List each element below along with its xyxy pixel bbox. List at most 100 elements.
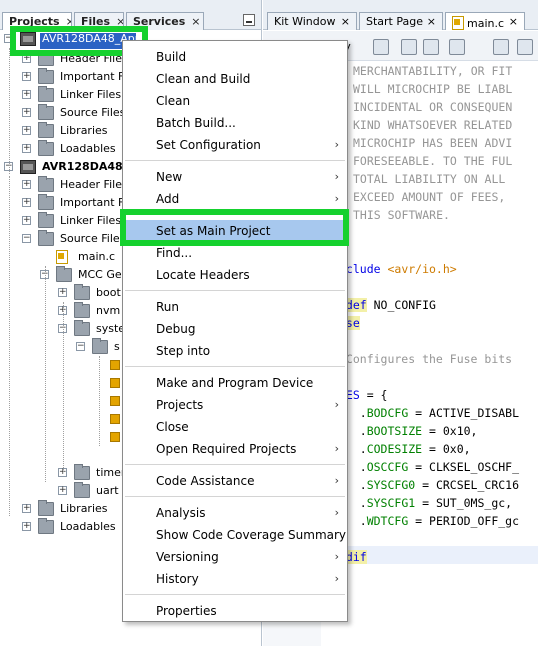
code-line: KIND WHATSOEVER RELATED bbox=[353, 116, 512, 134]
minimize-icon[interactable] bbox=[243, 14, 255, 26]
toolbar-source-icon[interactable] bbox=[373, 39, 389, 55]
menu-item-label: Clean bbox=[156, 94, 191, 108]
expand-icon[interactable]: + bbox=[22, 144, 31, 153]
folder-icon bbox=[56, 266, 72, 282]
tree-item-label: AVR128DA48_ bbox=[42, 160, 129, 173]
folder-icon bbox=[38, 230, 54, 246]
toolbar-find-icon[interactable] bbox=[493, 39, 509, 55]
expand-icon[interactable]: + bbox=[22, 108, 31, 117]
folder-icon bbox=[38, 104, 54, 120]
tree-item-label: uart bbox=[96, 484, 119, 497]
menu-item-open-required-projects[interactable]: Open Required Projects › bbox=[123, 438, 347, 460]
close-icon[interactable]: × bbox=[341, 13, 350, 31]
menu-item-clean[interactable]: Clean bbox=[123, 90, 347, 112]
tree-item[interactable]: + Libraries bbox=[22, 122, 108, 140]
expand-icon[interactable]: + bbox=[22, 180, 31, 189]
toolbar-nav-icon[interactable] bbox=[449, 39, 465, 55]
menu-item-clean-and-build[interactable]: Clean and Build bbox=[123, 68, 347, 90]
collapse-icon[interactable]: − bbox=[76, 342, 85, 351]
menu-item-label: Open Required Projects bbox=[156, 442, 297, 456]
tree-item[interactable]: + boot bbox=[58, 284, 121, 302]
menu-item-history[interactable]: History › bbox=[123, 568, 347, 590]
code-token: SYSCFG0 bbox=[366, 478, 416, 492]
tab-kit-window[interactable]: Kit Window × bbox=[267, 12, 357, 30]
folder-icon bbox=[74, 284, 90, 300]
source-file-icon bbox=[110, 414, 120, 424]
tree-item[interactable]: + Linker Files bbox=[22, 86, 121, 104]
toolbar-forward-icon[interactable] bbox=[423, 39, 439, 55]
menu-item-debug[interactable]: Debug bbox=[123, 318, 347, 340]
menu-item-versioning[interactable]: Versioning › bbox=[123, 546, 347, 568]
code-line: INCIDENTAL OR CONSEQUEN bbox=[353, 98, 512, 116]
menu-item-show-code-coverage-summary[interactable]: Show Code Coverage Summary bbox=[123, 524, 347, 546]
tree-item[interactable]: + Libraries bbox=[22, 500, 108, 518]
project-node[interactable]: − AVR128DA48_ bbox=[4, 158, 128, 176]
collapse-icon[interactable]: − bbox=[22, 234, 31, 243]
c-file-icon bbox=[452, 16, 464, 30]
menu-item-locate-headers[interactable]: Locate Headers bbox=[123, 264, 347, 286]
menu-item-analysis[interactable]: Analysis › bbox=[123, 502, 347, 524]
tree-item[interactable]: − MCC Ger bbox=[40, 266, 126, 284]
chip-icon bbox=[20, 160, 36, 174]
expand-icon[interactable]: + bbox=[22, 90, 31, 99]
menu-item-label: Analysis bbox=[156, 506, 206, 520]
toolbar-replace-icon[interactable] bbox=[517, 39, 533, 55]
expand-icon[interactable]: + bbox=[22, 216, 31, 225]
close-icon[interactable]: × bbox=[427, 13, 436, 31]
tree-item-label: Linker Files bbox=[60, 88, 122, 101]
menu-item-code-assistance[interactable]: Code Assistance › bbox=[123, 470, 347, 492]
tree-item[interactable]: + Loadables bbox=[22, 518, 116, 536]
menu-item-new[interactable]: New › bbox=[123, 166, 347, 188]
menu-item-properties[interactable]: Properties bbox=[123, 600, 347, 622]
tree-item[interactable]: + timer bbox=[58, 464, 125, 482]
tree-item-label: Linker Files bbox=[60, 214, 122, 227]
tab-start-page[interactable]: Start Page × bbox=[359, 12, 443, 30]
menu-item-make-and-program-device[interactable]: Make and Program Device bbox=[123, 372, 347, 394]
folder-icon bbox=[74, 464, 90, 480]
folder-icon bbox=[74, 482, 90, 498]
menu-item-add[interactable]: Add › bbox=[123, 188, 347, 210]
tree-item[interactable]: + Linker Files bbox=[22, 212, 121, 230]
folder-icon bbox=[92, 338, 108, 354]
code-token: BOOTSIZE bbox=[366, 424, 423, 438]
menu-item-label: Clean and Build bbox=[156, 72, 251, 86]
expand-icon[interactable]: + bbox=[58, 486, 67, 495]
tab-main-c[interactable]: main.c × bbox=[445, 12, 525, 30]
toolbar-back-icon[interactable] bbox=[401, 39, 417, 55]
expand-icon[interactable]: + bbox=[22, 72, 31, 81]
close-icon[interactable]: × bbox=[509, 13, 518, 31]
tab-label: main.c bbox=[467, 17, 505, 30]
expand-icon[interactable]: + bbox=[22, 504, 31, 513]
expand-icon[interactable]: + bbox=[22, 522, 31, 531]
tree-item[interactable]: + Loadables bbox=[22, 140, 116, 158]
tree-guide-line bbox=[99, 356, 100, 446]
expand-icon[interactable]: + bbox=[22, 198, 31, 207]
close-icon[interactable]: × bbox=[191, 15, 200, 28]
expand-icon[interactable]: + bbox=[22, 126, 31, 135]
tree-item[interactable]: − s bbox=[76, 338, 120, 356]
context-menu: Build Clean and Build Clean Batch Build... S… bbox=[122, 40, 348, 622]
expand-icon[interactable]: + bbox=[58, 288, 67, 297]
menu-separator bbox=[125, 160, 345, 161]
menu-item-label: Show Code Coverage Summary bbox=[156, 528, 347, 542]
tree-item[interactable]: − syste bbox=[58, 320, 125, 338]
menu-item-run[interactable]: Run bbox=[123, 296, 347, 318]
tree-item[interactable]: − Source Files bbox=[22, 230, 125, 248]
menu-item-batch-build[interactable]: Batch Build... bbox=[123, 112, 347, 134]
tree-item[interactable]: + Source Files bbox=[22, 104, 125, 122]
menu-item-projects[interactable]: Projects › bbox=[123, 394, 347, 416]
tree-item[interactable]: + uart bbox=[58, 482, 119, 500]
tree-item[interactable]: main.c bbox=[40, 248, 115, 266]
editor-tabbar: Kit Window × Start Page × main.c × bbox=[263, 0, 538, 30]
menu-item-step-into[interactable]: Step into bbox=[123, 340, 347, 362]
menu-item-close[interactable]: Close bbox=[123, 416, 347, 438]
tree-item[interactable]: + nvm bbox=[58, 302, 120, 320]
menu-item-build[interactable]: Build bbox=[123, 46, 347, 68]
code-line: MERCHANTABILITY, OR FIT bbox=[353, 62, 512, 80]
menu-item-set-configuration[interactable]: Set Configuration › bbox=[123, 134, 347, 156]
tree-item[interactable]: + Header Files bbox=[22, 176, 128, 194]
code-token: OSCCFG bbox=[366, 460, 409, 474]
code-token: EXCEED AMOUNT OF FEES, bbox=[353, 190, 506, 204]
folder-icon bbox=[38, 176, 54, 192]
code-token: = SUT_0MS_gc, bbox=[415, 496, 513, 510]
